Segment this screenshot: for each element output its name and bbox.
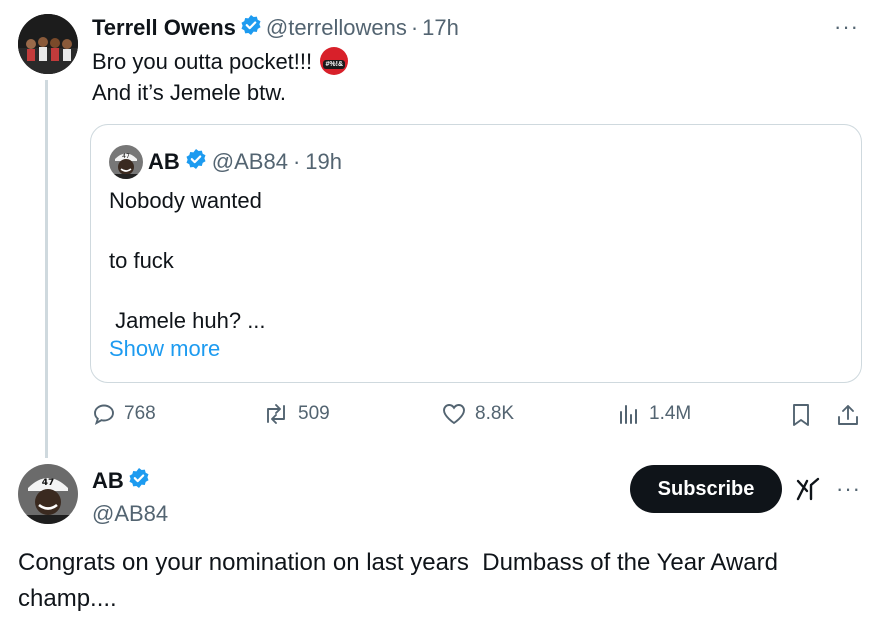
- svg-text:47: 47: [122, 153, 130, 160]
- separator-dot: ·: [410, 15, 419, 40]
- quote-text-line-2: to fuck: [109, 248, 174, 273]
- show-more-link[interactable]: Show more: [109, 336, 220, 362]
- tweet-timestamp[interactable]: 17h: [422, 15, 459, 41]
- angry-face-emoji-icon: #%!&: [320, 47, 349, 75]
- tweet-line-1-text: Bro you outta pocket!!!: [92, 49, 313, 74]
- more-icon[interactable]: ···: [834, 14, 859, 40]
- tweet-author-handle[interactable]: @terrellowens: [266, 15, 407, 41]
- views-count: 1.4M: [649, 403, 692, 424]
- like-icon: [441, 402, 467, 426]
- grok-icon[interactable]: [795, 476, 821, 507]
- quote-author-name[interactable]: AB: [148, 149, 180, 175]
- share-icon: [835, 402, 861, 428]
- quoted-tweet-card[interactable]: 47 AB @AB84 · 19h Nobody wanted to fuck …: [90, 124, 862, 383]
- reply-icon: [92, 402, 116, 426]
- like-count: 8.8K: [475, 403, 515, 424]
- reply-name-row: AB: [92, 467, 168, 495]
- quote-text-line-1: Nobody wanted: [109, 188, 262, 213]
- reply-button[interactable]: 768: [92, 402, 156, 426]
- emoji-symbols: #%!&: [323, 60, 346, 69]
- reply-text: Congrats on your nomination on last year…: [18, 549, 785, 612]
- tweet-line-2: And it’s Jemele btw.: [92, 80, 287, 105]
- reply-author-name[interactable]: AB: [92, 468, 124, 494]
- quote-author-handle[interactable]: @AB84: [212, 149, 288, 175]
- share-button[interactable]: [835, 402, 861, 428]
- quote-header: 47 AB @AB84 · 19h: [109, 145, 342, 179]
- tweet-text: Bro you outta pocket!!! #%!& And it’s Je…: [92, 46, 349, 108]
- verified-badge-icon: [185, 148, 207, 176]
- reply-header: AB @AB84: [92, 467, 168, 527]
- tweet-header: Terrell Owens @terrellowens · 17h: [92, 14, 459, 42]
- tweet-author-name[interactable]: Terrell Owens: [92, 15, 236, 41]
- like-button[interactable]: 8.8K: [441, 402, 514, 426]
- verified-badge-icon: [240, 14, 262, 42]
- views-icon: [617, 402, 641, 426]
- reply-count: 768: [124, 403, 156, 424]
- tweet-author-avatar[interactable]: [18, 14, 78, 74]
- separator-dot: ·: [292, 149, 301, 174]
- subscribe-button[interactable]: Subscribe: [630, 465, 782, 513]
- bookmark-icon: [790, 402, 812, 428]
- verified-badge-icon: [128, 467, 150, 495]
- repost-button[interactable]: 509: [262, 402, 330, 426]
- tweet-line-1: Bro you outta pocket!!! #%!&: [92, 46, 349, 77]
- quote-author-avatar[interactable]: 47: [109, 145, 143, 179]
- svg-text:47: 47: [42, 478, 55, 488]
- thread-connector-line: [45, 80, 48, 458]
- reply-author-handle[interactable]: @AB84: [92, 501, 168, 527]
- views-button[interactable]: 1.4M: [617, 402, 691, 426]
- repost-count: 509: [298, 403, 330, 424]
- bookmark-button[interactable]: [790, 402, 812, 428]
- repost-icon: [262, 402, 290, 426]
- quote-text-line-3: Jamele huh? ...: [109, 308, 266, 333]
- quote-timestamp[interactable]: 19h: [305, 149, 342, 175]
- more-icon[interactable]: ···: [836, 476, 861, 502]
- reply-author-avatar[interactable]: 47: [18, 464, 78, 524]
